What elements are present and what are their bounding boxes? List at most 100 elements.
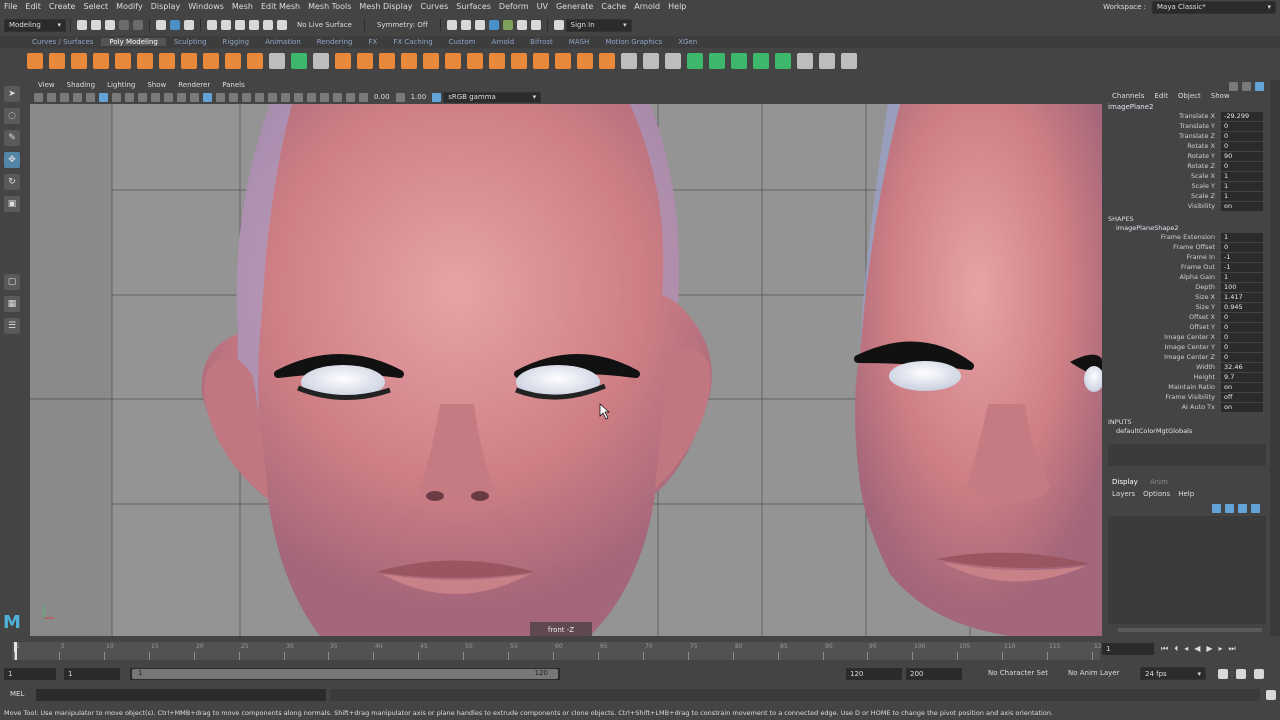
attribute-row[interactable]: Rotate Z0 <box>1104 161 1270 171</box>
attribute-value[interactable]: 1 <box>1221 232 1263 242</box>
attribute-name[interactable]: Size X <box>1104 293 1221 301</box>
attribute-value[interactable]: on <box>1221 382 1263 392</box>
undo-icon[interactable] <box>119 20 129 30</box>
attribute-row[interactable]: Size Y 0.945 <box>1104 302 1270 312</box>
shelf-tab-fx[interactable]: FX <box>361 38 386 46</box>
render-view-icon[interactable] <box>446 20 457 30</box>
bevel-icon[interactable] <box>467 53 483 69</box>
smooth-shade-icon[interactable] <box>203 92 212 102</box>
attribute-value[interactable]: 0 <box>1221 161 1263 171</box>
script-editor-icon[interactable] <box>1266 690 1276 700</box>
motion-blur-icon[interactable] <box>281 92 290 102</box>
gate-mask-icon[interactable] <box>138 92 147 102</box>
channels-menu[interactable]: Channels <box>1112 92 1144 100</box>
boolean-icon[interactable] <box>335 53 351 69</box>
platonic-solid-icon[interactable] <box>181 53 197 69</box>
connect-icon[interactable] <box>533 53 549 69</box>
attribute-row[interactable]: Offset X0 <box>1104 312 1270 322</box>
planar-map-icon[interactable] <box>643 53 659 69</box>
attribute-value[interactable]: 9.7 <box>1221 372 1263 382</box>
attribute-name[interactable]: Frame Extension <box>1104 233 1221 241</box>
view-transform-dropdown[interactable]: sRGB gamma ▾ <box>443 91 542 103</box>
attribute-row[interactable]: Scale X1 <box>1104 171 1270 181</box>
attribute-row[interactable]: Offset Y0 <box>1104 322 1270 332</box>
start-time-field[interactable]: 1 <box>4 668 56 680</box>
film-gate-icon[interactable] <box>112 92 121 102</box>
attribute-value[interactable]: 0 <box>1221 332 1263 342</box>
smooth-icon[interactable] <box>313 53 329 69</box>
snap-view-icon[interactable] <box>249 20 259 30</box>
attribute-value[interactable]: 1.417 <box>1221 292 1263 302</box>
select-component-icon[interactable] <box>184 20 194 30</box>
workspace-dropdown[interactable]: Maya Classic* ▾ <box>1152 0 1276 14</box>
poly-plane-icon[interactable] <box>137 53 153 69</box>
poly-torus-icon[interactable] <box>115 53 131 69</box>
camera-attributes-icon[interactable] <box>47 92 56 102</box>
panel-menu-lighting[interactable]: Lighting <box>101 81 141 89</box>
attribute-name[interactable]: Rotate Z <box>1104 162 1221 170</box>
go-to-end-icon[interactable]: ⏭ <box>1229 644 1236 654</box>
anti-aliasing-icon[interactable] <box>294 92 303 102</box>
object-menu[interactable]: Object <box>1178 92 1201 100</box>
menu-cache[interactable]: Cache <box>597 2 630 11</box>
ipr-render-icon[interactable] <box>474 20 485 30</box>
horizontal-scrollbar[interactable] <box>1118 628 1262 632</box>
attribute-name[interactable]: Scale Z <box>1104 192 1221 200</box>
attribute-name[interactable]: Frame In <box>1104 253 1221 261</box>
go-to-start-icon[interactable]: ⏮ <box>1161 644 1168 654</box>
attribute-row[interactable]: Scale Y1 <box>1104 181 1270 191</box>
attribute-row[interactable]: Depth 100 <box>1104 282 1270 292</box>
character-set-label[interactable]: No Character Set <box>988 669 1048 677</box>
attribute-value[interactable]: 1 <box>1221 191 1263 201</box>
layers-menu[interactable]: Layers <box>1112 490 1135 498</box>
attribute-name[interactable]: Image Center Z <box>1104 353 1221 361</box>
field-chart-icon[interactable] <box>151 92 160 102</box>
tool-settings-icon[interactable] <box>1255 82 1264 91</box>
exposure-value[interactable]: 0.00 <box>374 93 390 101</box>
render-frame-icon[interactable] <box>460 20 471 30</box>
pencil-icon[interactable] <box>86 92 95 102</box>
menu-modify[interactable]: Modify <box>112 2 147 11</box>
current-frame-field[interactable]: 1 <box>1102 643 1154 655</box>
rotate-tool-icon[interactable]: ↻ <box>4 174 20 190</box>
menu-select[interactable]: Select <box>79 2 112 11</box>
attribute-value[interactable]: on <box>1221 402 1263 412</box>
menu-edit[interactable]: Edit <box>21 2 45 11</box>
attribute-value[interactable]: 100 <box>1221 282 1263 292</box>
poly-cube-icon[interactable] <box>49 53 65 69</box>
snap-curve-icon[interactable] <box>221 20 231 30</box>
poly-cylinder-icon[interactable] <box>71 53 87 69</box>
side-tabs-strip[interactable] <box>1270 80 1280 636</box>
attribute-name[interactable]: Visibility <box>1104 202 1221 210</box>
grid-icon[interactable] <box>99 92 108 102</box>
shelf-tab-sculpting[interactable]: Sculpting <box>166 38 215 46</box>
show-menu[interactable]: Show <box>1211 92 1230 100</box>
end-time-field[interactable]: 200 <box>906 668 962 680</box>
range-slider-handle[interactable]: 1 120 <box>132 669 558 679</box>
snap-grid-icon[interactable] <box>207 20 217 30</box>
attribute-value[interactable]: 0 <box>1221 141 1263 151</box>
attribute-row[interactable]: Height 9.7 <box>1104 372 1270 382</box>
attribute-row[interactable]: Image Center Z0 <box>1104 352 1270 362</box>
bridge-icon[interactable] <box>401 53 417 69</box>
sew-uv-icon[interactable] <box>709 53 725 69</box>
shelf-tab-curves-surfaces[interactable]: Curves / Surfaces <box>24 38 101 46</box>
soft-selection-icon[interactable] <box>775 53 791 69</box>
attribute-value[interactable]: 0.945 <box>1221 302 1263 312</box>
shelf-tab-custom[interactable]: Custom <box>441 38 484 46</box>
attribute-name[interactable]: Offset Y <box>1104 323 1221 331</box>
attribute-name[interactable]: Image Center Y <box>1104 343 1221 351</box>
attribute-name[interactable]: AI Auto Tx <box>1104 403 1221 411</box>
mel-label[interactable]: MEL <box>10 690 24 698</box>
snap-point-icon[interactable] <box>235 20 245 30</box>
attribute-row[interactable]: Maintain Ratio on <box>1104 382 1270 392</box>
insert-edge-loop-icon[interactable] <box>555 53 571 69</box>
checker-icon[interactable] <box>797 53 813 69</box>
symmetry-label[interactable]: Symmetry: Off <box>377 21 428 29</box>
attribute-row[interactable]: Frame Extension 1 <box>1104 232 1270 242</box>
attribute-name[interactable]: Translate Z <box>1104 132 1221 140</box>
attribute-value[interactable]: 0 <box>1221 322 1263 332</box>
attribute-name[interactable]: Frame Out <box>1104 263 1221 271</box>
menu-help[interactable]: Help <box>664 2 690 11</box>
shadows-icon[interactable] <box>255 92 264 102</box>
